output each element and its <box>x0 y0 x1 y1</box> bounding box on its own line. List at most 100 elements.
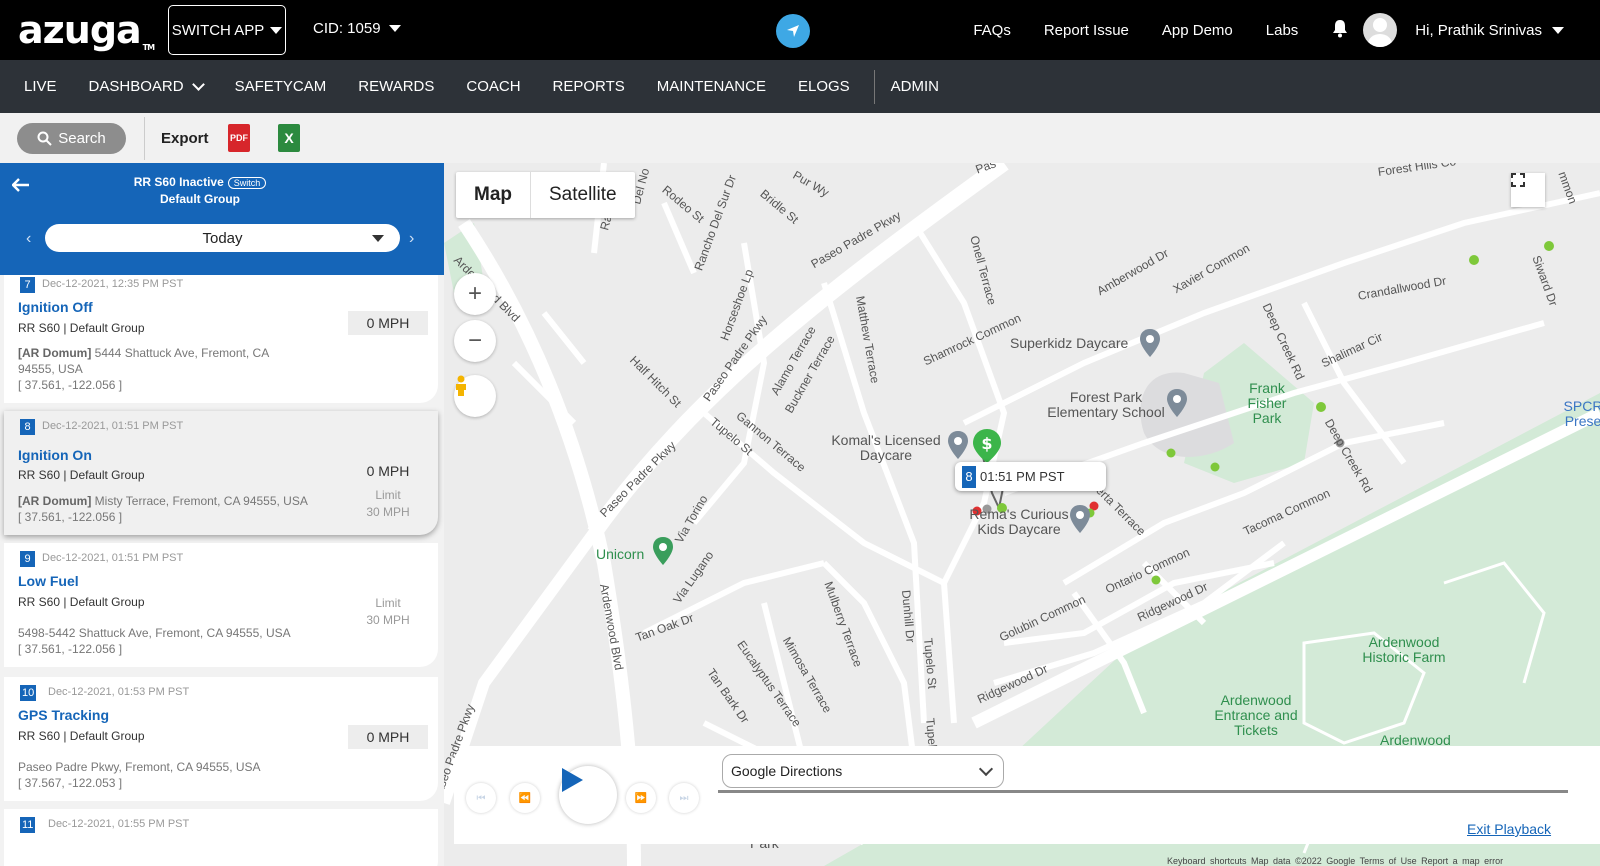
playback-progress[interactable] <box>718 790 1568 793</box>
event-vehicle-group: RR S60 | Default Group <box>18 321 145 335</box>
chevron-left-icon[interactable]: ‹ <box>26 230 31 248</box>
map-pin-icon[interactable] <box>652 536 674 566</box>
tooltip-time: 01:51 PM PST <box>980 469 1065 484</box>
playback-bar: ⏮ ⏪ ⏩ ⏭ Google Directions Exit Playback <box>454 746 1600 844</box>
toolbar-divider <box>144 117 145 160</box>
nav-elogs[interactable]: ELOGS <box>782 78 866 95</box>
zoom-in-button[interactable]: + <box>454 273 496 315</box>
bell-icon[interactable] <box>1331 18 1349 42</box>
main-nav: LIVE DASHBOARD SAFETYCAM REWARDS COACH R… <box>0 60 1600 113</box>
switch-app-label: SWITCH APP <box>171 21 265 39</box>
nav-live[interactable]: LIVE <box>0 78 73 95</box>
poi-spcr[interactable]: SPCR Prese <box>1558 399 1600 429</box>
event-time: Dec-12-2021, 01:53 PM PST <box>48 686 190 698</box>
event-address: 5498-5442 Shattuck Ave, Fremont, CA 9455… <box>18 626 291 656</box>
event-time: Dec-12-2021, 12:35 PM PST <box>42 278 184 290</box>
poi-frank-fisher-park[interactable]: Frank Fisher Park <box>1232 381 1302 426</box>
toolbar: Search Export PDF X <box>0 113 1600 163</box>
event-time: Dec-12-2021, 01:55 PM PST <box>48 818 190 830</box>
caret-down-icon <box>372 235 384 242</box>
event-card-11[interactable]: 11 Dec-12-2021, 01:55 PM PST <box>4 809 438 866</box>
nav-dashboard[interactable]: DASHBOARD <box>73 77 219 95</box>
street-view-pegman-icon[interactable] <box>454 375 496 417</box>
event-address: [AR Domum] 5444 Shattuck Ave, Fremont, C… <box>18 346 269 392</box>
nav-maintenance[interactable]: MAINTENANCE <box>641 78 782 95</box>
play-icon <box>562 768 583 792</box>
skip-start-icon[interactable]: ⏮ <box>466 783 496 813</box>
event-title: Low Fuel <box>18 573 79 589</box>
caret-down-icon <box>270 26 283 34</box>
poi-ardenwood-entrance[interactable]: Ardenwood Entrance and Tickets <box>1206 693 1306 738</box>
poi-remas-daycare[interactable]: Rema's Curious Kids Daycare <box>961 507 1077 537</box>
play-button[interactable] <box>559 766 617 824</box>
event-coords: [ 37.561, -122.056 ] <box>18 642 123 656</box>
app-demo-link[interactable]: App Demo <box>1162 22 1233 39</box>
map-type-control: Map Satellite <box>456 172 635 218</box>
event-card-7[interactable]: 7 Dec-12-2021, 12:35 PM PST Ignition Off… <box>4 269 438 403</box>
rewind-icon[interactable]: ⏪ <box>510 783 540 813</box>
navigation-arrow-icon[interactable] <box>776 14 810 48</box>
zoom-out-button[interactable]: − <box>454 320 496 362</box>
vehicle-marker-icon[interactable]: $ <box>972 428 1002 464</box>
fullscreen-icon[interactable] <box>1511 173 1545 207</box>
switch-vehicle-button[interactable]: Switch <box>227 177 267 189</box>
event-title: Ignition Off <box>18 299 93 315</box>
map-type-map[interactable]: Map <box>456 172 531 218</box>
nav-safetycam[interactable]: SAFETYCAM <box>219 78 343 95</box>
event-title: GPS Tracking <box>18 707 110 723</box>
switch-app-button[interactable]: SWITCH APP <box>168 5 286 55</box>
event-panel: 7 Dec-12-2021, 12:35 PM PST Ignition Off… <box>0 163 444 866</box>
search-button[interactable]: Search <box>17 123 126 154</box>
vehicle-header: RR S60 Inactive Switch Default Group ‹ To… <box>0 163 444 275</box>
event-tooltip[interactable]: 8 01:51 PM PST <box>955 462 1106 491</box>
azuga-logo[interactable]: azuga TM <box>18 8 155 52</box>
event-speed: 0 MPH <box>366 463 410 479</box>
report-issue-link[interactable]: Report Issue <box>1044 22 1129 39</box>
pdf-export-icon[interactable]: PDF <box>228 124 250 152</box>
avatar <box>1363 13 1398 47</box>
caret-down-icon <box>1552 26 1564 34</box>
faqs-link[interactable]: FAQs <box>973 22 1011 39</box>
user-greeting: Hi, Prathik Srinivas <box>1415 21 1542 39</box>
event-card-10[interactable]: 10 Dec-12-2021, 01:53 PM PST GPS Trackin… <box>4 677 438 801</box>
exit-playback-link[interactable]: Exit Playback <box>1467 821 1551 837</box>
map-pin-icon[interactable] <box>947 430 969 460</box>
poi-komals-daycare[interactable]: Komal's Licensed Daycare <box>824 433 948 463</box>
skip-end-icon[interactable]: ⏭ <box>669 783 699 813</box>
nav-reports[interactable]: REPORTS <box>537 78 641 95</box>
map-view[interactable]: $ Superkidz Daycare Forest Park Elementa… <box>444 163 1600 866</box>
poi-unicorn[interactable]: Unicorn <box>596 547 644 562</box>
event-card-8[interactable]: 8 Dec-12-2021, 01:51 PM PST Ignition On … <box>4 411 438 535</box>
speed-limit-value: 30 MPH <box>366 505 410 519</box>
event-time: Dec-12-2021, 01:51 PM PST <box>42 552 184 564</box>
fast-forward-icon[interactable]: ⏩ <box>626 783 656 813</box>
poi-forest-park-school[interactable]: Forest Park Elementary School <box>1036 390 1176 420</box>
map-pin-icon[interactable] <box>1139 328 1161 358</box>
event-address: Paseo Padre Pkwy, Fremont, CA 94555, USA… <box>18 760 261 790</box>
directions-select[interactable]: Google Directions <box>722 754 1004 788</box>
nav-rewards[interactable]: REWARDS <box>342 78 450 95</box>
nav-coach[interactable]: COACH <box>450 78 536 95</box>
speed-limit-label: Limit <box>375 596 401 610</box>
map-type-satellite[interactable]: Satellite <box>531 172 635 218</box>
poi-superkidz-daycare[interactable]: Superkidz Daycare <box>1010 336 1128 351</box>
event-speed: 0 MPH <box>348 311 428 335</box>
excel-export-icon[interactable]: X <box>278 124 300 152</box>
date-select[interactable]: Today <box>45 224 400 252</box>
poi-ardenwood-farm[interactable]: Ardenwood Historic Farm <box>1356 635 1452 665</box>
top-links: FAQs Report Issue App Demo Labs Hi, Prat… <box>973 0 1600 60</box>
user-menu[interactable]: Hi, Prathik Srinivas <box>1363 13 1564 47</box>
chevron-right-icon[interactable]: › <box>409 230 414 248</box>
nav-admin[interactable]: ADMIN <box>875 78 955 95</box>
event-speed: 0 MPH <box>348 725 428 749</box>
caret-down-icon <box>388 25 401 32</box>
event-vehicle-group: RR S60 | Default Group <box>18 729 145 743</box>
labs-link[interactable]: Labs <box>1266 22 1299 39</box>
event-vehicle-group: RR S60 | Default Group <box>18 595 145 609</box>
event-card-9[interactable]: 9 Dec-12-2021, 01:51 PM PST Low Fuel RR … <box>4 543 438 667</box>
cid-selector[interactable]: CID: 1059 <box>313 20 401 37</box>
search-icon <box>37 131 52 146</box>
top-bar: azuga TM SWITCH APP CID: 1059 FAQs Report… <box>0 0 1600 60</box>
map-attribution[interactable]: Keyboard shortcuts Map data ©2022 Google… <box>1167 856 1503 866</box>
cid-label: CID: 1059 <box>313 20 381 37</box>
